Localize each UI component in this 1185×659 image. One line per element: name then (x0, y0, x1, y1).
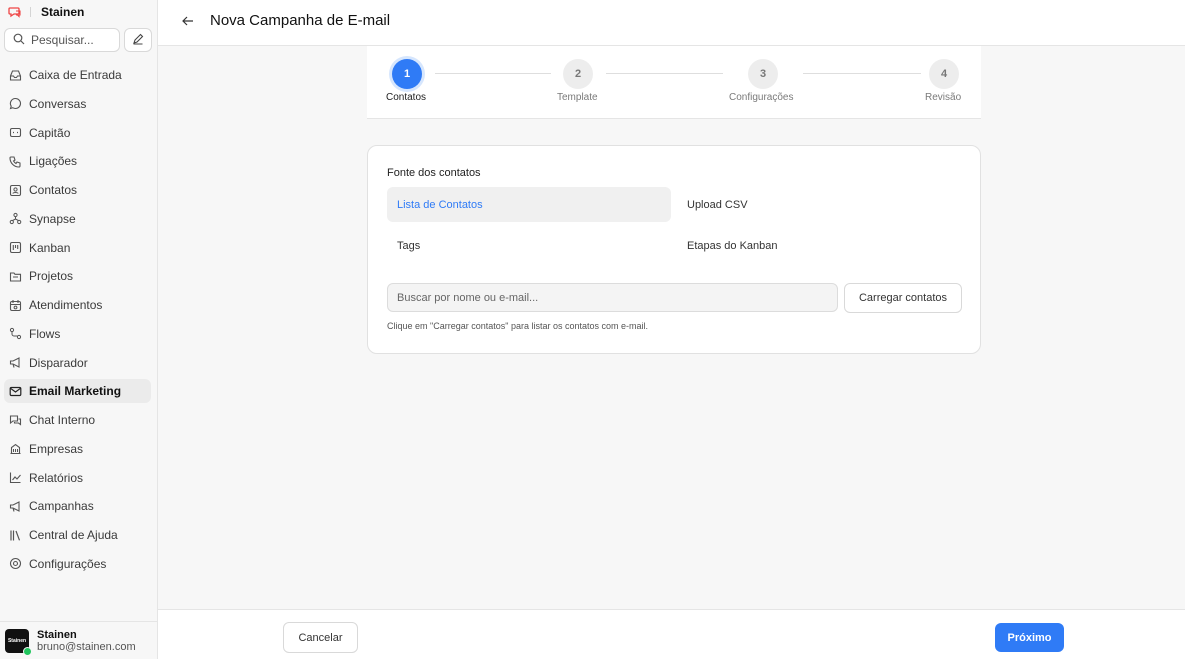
source-option-etapas-do-kanban[interactable]: Etapas do Kanban (677, 228, 961, 263)
contact-source-card: Fonte dos contatos Lista de Contatos Upl… (367, 145, 981, 354)
sidebar-item-label: Ligações (29, 154, 78, 169)
step-3-indicator[interactable]: 3 (748, 59, 778, 89)
sidebar-item-label: Campanhas (29, 499, 94, 514)
inbox-icon (9, 69, 22, 82)
sidebar-item-campanhas[interactable]: Campanhas (4, 494, 151, 518)
mail-icon (9, 385, 22, 398)
folder-icon (9, 270, 22, 283)
sidebar-item-label: Contatos (29, 183, 78, 197)
sidebar-item-relatorios[interactable]: Relatórios (4, 466, 151, 490)
step-connector (803, 73, 921, 74)
arrow-left-icon (181, 14, 195, 31)
page-header: Nova Campanha de E-mail (158, 0, 1185, 46)
brand-divider (30, 7, 31, 17)
brand[interactable]: Stainen (8, 4, 84, 20)
library-icon (9, 529, 22, 542)
contact-search-input[interactable] (387, 283, 838, 312)
message-square-icon (9, 126, 22, 139)
load-contacts-button[interactable]: Carregar contatos (844, 283, 962, 313)
sidebar-item-label: Atendimentos (29, 298, 103, 312)
sidebar-item-empresas[interactable]: Empresas (4, 437, 151, 461)
line-chart-icon (9, 471, 22, 484)
flow-icon (9, 327, 22, 340)
sidebar-item-capitao[interactable]: Capitão (4, 121, 151, 145)
chats-icon (9, 414, 22, 427)
sidebar-item-synapse[interactable]: Synapse (4, 207, 151, 231)
step-2-indicator[interactable]: 2 (563, 59, 593, 89)
avatar: Stainen (5, 628, 32, 656)
sidebar-item-conversas[interactable]: Conversas (4, 92, 151, 116)
sidebar: Stainen Caixa de Entrada Conversas Capit… (0, 0, 158, 659)
sidebar-item-label: Central de Ajuda (29, 528, 118, 542)
phone-icon (9, 155, 22, 168)
sidebar-item-projetos[interactable]: Projetos (4, 264, 151, 288)
megaphone-icon (9, 500, 22, 513)
sidebar-item-label: Empresas (29, 441, 84, 456)
sidebar-item-label: Disparador (29, 355, 88, 370)
step-2-label: Template (557, 92, 598, 103)
compose-button[interactable] (124, 28, 152, 52)
search-icon (13, 33, 25, 48)
sidebar-search[interactable] (4, 28, 120, 52)
next-button[interactable]: Próximo (995, 623, 1064, 652)
step-connector (606, 73, 723, 74)
sidebar-item-central-de-ajuda[interactable]: Central de Ajuda (4, 523, 151, 547)
sidebar-item-contatos[interactable]: Contatos (4, 178, 151, 202)
chat-icon (9, 97, 22, 110)
step-4-label: Revisão (925, 92, 962, 103)
sidebar-item-label: Capitão (29, 125, 71, 140)
sidebar-item-label: Caixa de Entrada (29, 68, 122, 82)
megaphone-icon (9, 356, 22, 369)
sidebar-item-label: Flows (29, 326, 61, 341)
sidebar-item-ligacoes[interactable]: Ligações (4, 149, 151, 173)
building-icon (9, 442, 22, 455)
user-profile[interactable]: Stainen Stainen bruno@stainen.com (0, 621, 157, 659)
source-option-lista-de-contatos[interactable]: Lista de Contatos (387, 187, 671, 222)
source-option-upload-csv[interactable]: Upload CSV (677, 187, 961, 222)
sidebar-item-kanban[interactable]: Kanban (4, 236, 151, 260)
step-1-indicator[interactable]: 1 (392, 59, 422, 89)
sidebar-item-label: Email Marketing (29, 384, 122, 399)
cancel-button[interactable]: Cancelar (283, 622, 358, 653)
calendar-icon (9, 299, 22, 312)
sidebar-nav: Caixa de Entrada Conversas Capitão Ligaç… (4, 63, 151, 581)
online-status-dot (23, 646, 32, 656)
sidebar-item-disparador[interactable]: Disparador (4, 351, 151, 375)
sidebar-item-label: Projetos (29, 269, 74, 284)
user-name: Stainen (37, 628, 77, 641)
back-button[interactable] (180, 14, 196, 30)
brand-name: Stainen (41, 5, 85, 19)
contact-card-icon (9, 184, 22, 197)
step-1-label: Contatos (386, 92, 427, 103)
sidebar-item-atendimentos[interactable]: Atendimentos (4, 293, 151, 317)
helper-text: Clique em "Carregar contatos" para lista… (387, 321, 648, 331)
campaign-stepper: 1 Contatos 2 Template 3 Configurações 4 … (367, 46, 981, 119)
sidebar-item-label: Relatórios (29, 470, 84, 485)
sidebar-item-label: Chat Interno (29, 413, 96, 427)
wizard-footer: Cancelar Próximo (158, 609, 1185, 659)
step-connector (435, 73, 551, 74)
kanban-icon (9, 241, 22, 254)
user-email: bruno@stainen.com (37, 640, 136, 653)
sidebar-item-email-marketing[interactable]: Email Marketing (4, 379, 151, 404)
pencil-icon (132, 33, 144, 48)
network-icon (9, 212, 22, 225)
sidebar-item-label: Synapse (29, 211, 76, 226)
sidebar-item-label: Conversas (29, 96, 87, 111)
sidebar-item-label: Configurações (29, 556, 107, 571)
step-4-indicator[interactable]: 4 (929, 59, 959, 89)
source-option-tags[interactable]: Tags (387, 228, 671, 263)
step-3-label: Configurações (729, 92, 794, 103)
search-input[interactable] (31, 33, 113, 47)
sidebar-item-caixa-de-entrada[interactable]: Caixa de Entrada (4, 63, 151, 87)
chat-bubble-logo-icon (8, 5, 22, 19)
sidebar-item-flows[interactable]: Flows (4, 322, 151, 346)
sidebar-item-label: Kanban (29, 240, 71, 255)
settings-icon (9, 557, 22, 570)
sidebar-item-configuracoes[interactable]: Configurações (4, 552, 151, 576)
section-title: Fonte dos contatos (387, 167, 481, 179)
page-title: Nova Campanha de E-mail (210, 12, 391, 29)
avatar-text: Stainen (7, 637, 27, 644)
sidebar-item-chat-interno[interactable]: Chat Interno (4, 408, 151, 432)
